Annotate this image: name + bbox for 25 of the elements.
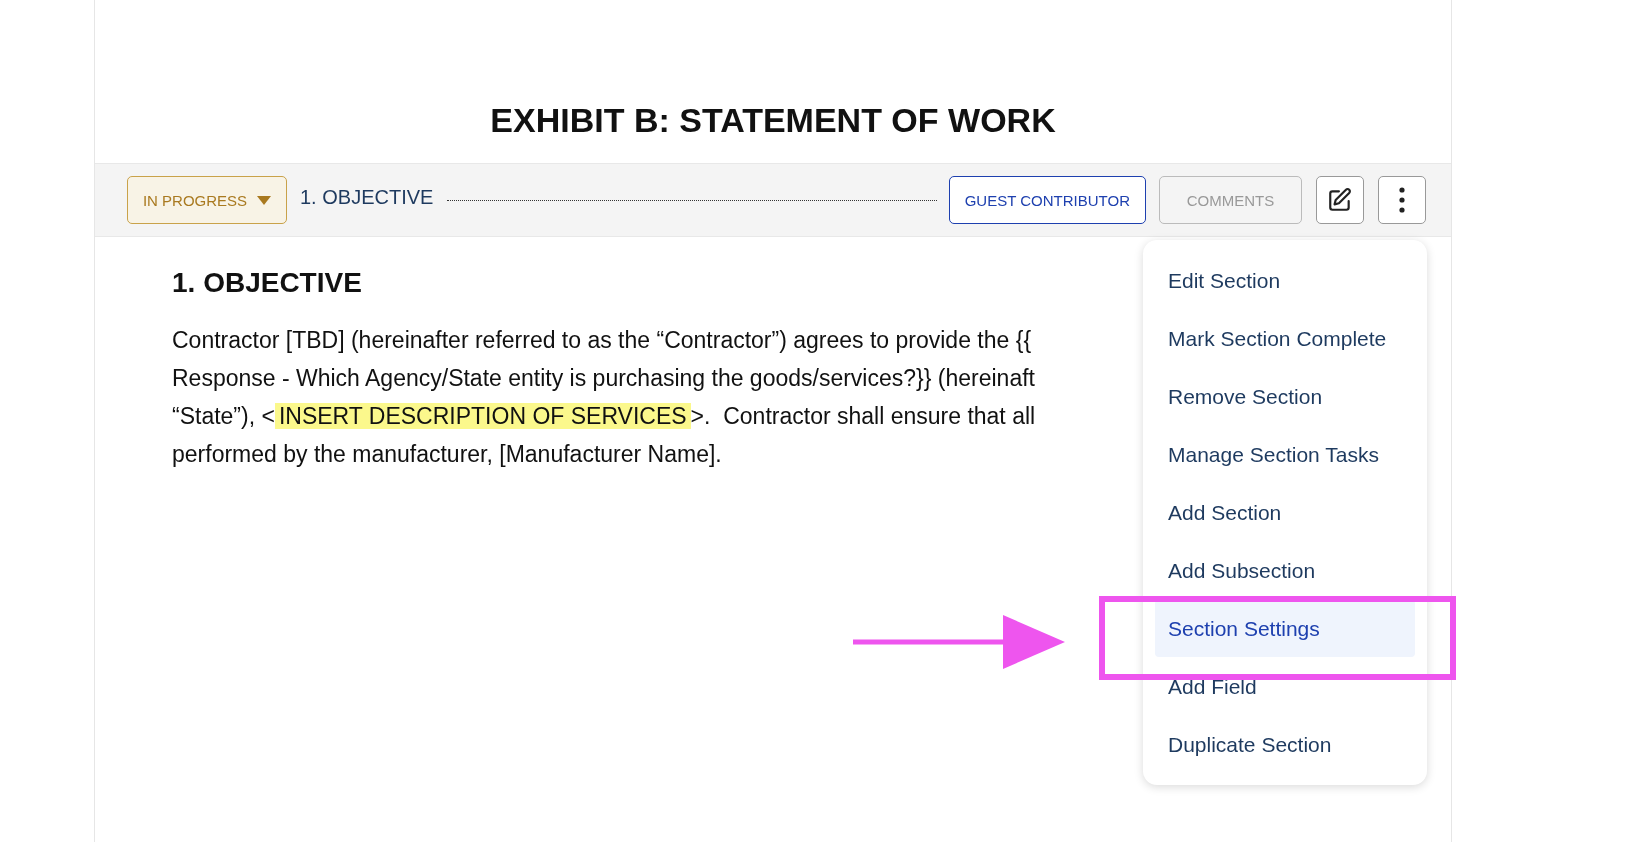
paragraph-text: “State”), < — [172, 403, 275, 429]
paragraph-line: performed by the manufacturer, [Manufacturer Name]. — [172, 440, 722, 469]
section-heading: 1. OBJECTIVE — [172, 267, 362, 299]
highlighted-text: INSERT DESCRIPTION OF SERVICES — [274, 403, 691, 429]
menu-item[interactable]: Duplicate Section — [1155, 716, 1415, 773]
status-dropdown[interactable]: IN PROGRESS — [127, 176, 287, 224]
caret-icon — [257, 195, 272, 205]
menu-item[interactable]: Section Settings — [1155, 600, 1415, 657]
menu-item[interactable]: Edit Section — [1155, 252, 1415, 309]
more-icon — [1399, 187, 1405, 213]
paragraph-text: >. Contractor shall ensure that all — [690, 403, 1036, 429]
menu-item[interactable]: Add Section — [1155, 484, 1415, 541]
menu-item[interactable]: Add Subsection — [1155, 542, 1415, 599]
more-button[interactable] — [1378, 176, 1426, 224]
menu-item[interactable]: Add Field — [1155, 658, 1415, 715]
paragraph-line: Contractor [TBD] (hereinafter referred to as the “Contractor”) agrees to provide the {{ — [172, 326, 1032, 355]
contributor-button[interactable]: GUEST CONTRIBUTOR — [948, 176, 1146, 224]
paragraph-line: Response - Which Agency/State entity is purchasing the goods/services?}} (hereinaft — [172, 364, 1035, 393]
menu-item[interactable]: Remove Section — [1155, 368, 1415, 425]
document-title: EXHIBIT B: STATEMENT OF WORK — [490, 100, 1056, 141]
menu-item[interactable]: Manage Section Tasks — [1155, 426, 1415, 483]
menu-item[interactable]: Mark Section Complete — [1155, 310, 1415, 367]
edit-button[interactable] — [1316, 176, 1364, 224]
edit-icon — [1327, 187, 1353, 213]
section-label: 1. OBJECTIVE — [300, 185, 434, 209]
